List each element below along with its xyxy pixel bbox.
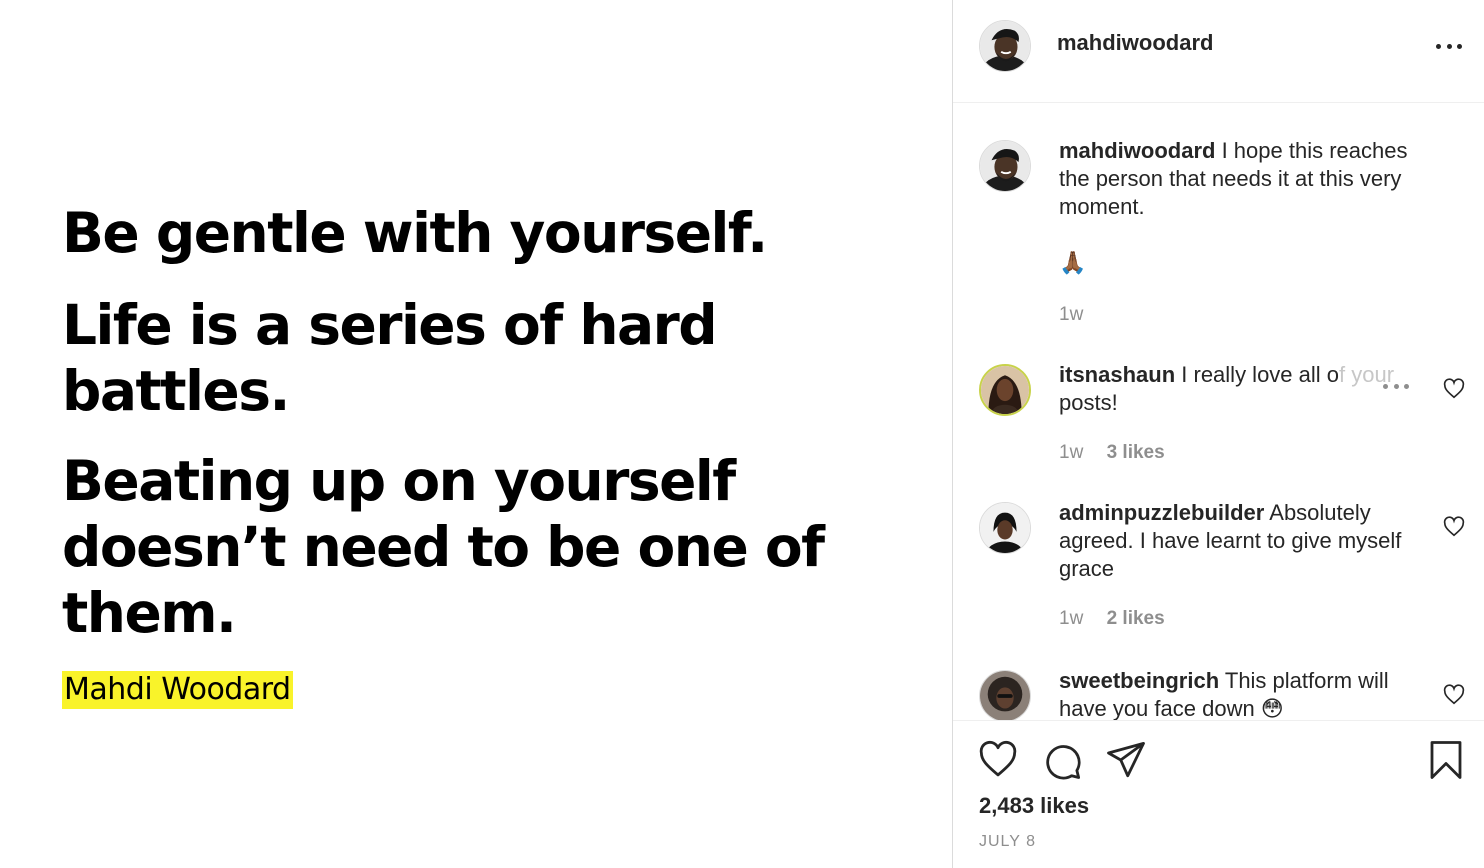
- comment-body: adminpuzzlebuilder Absolutely agreed. I …: [1059, 499, 1439, 583]
- commenter-avatar[interactable]: [979, 670, 1031, 720]
- paper-plane-icon[interactable]: [1105, 739, 1147, 781]
- commenter-username[interactable]: sweetbeingrich: [1059, 668, 1219, 693]
- post-date[interactable]: JULY 8: [979, 833, 1036, 851]
- post-actions: 2,483 likes JULY 8: [953, 720, 1484, 868]
- post-image[interactable]: Be gentle with yourself. Life is a serie…: [0, 0, 952, 868]
- comment-likes[interactable]: 2 likes: [1107, 608, 1165, 629]
- caption-avatar[interactable]: [979, 140, 1031, 192]
- comment-text: I really love all o: [1181, 362, 1340, 387]
- instagram-post-view: Be gentle with yourself. Life is a serie…: [0, 0, 1484, 868]
- likes-count[interactable]: 2,483 likes: [979, 793, 1089, 819]
- caption-username[interactable]: mahdiwoodard: [1059, 138, 1215, 163]
- quote-line-1: Be gentle with yourself.: [62, 201, 768, 265]
- caption-emoji: 🙏🏾: [1059, 250, 1087, 275]
- bookmark-icon[interactable]: [1425, 739, 1467, 781]
- comment-body: sweetbeingrich This platform will have y…: [1059, 667, 1439, 720]
- commenter-username[interactable]: itsnashaun: [1059, 362, 1175, 387]
- comment-text-continued: posts!: [1059, 390, 1118, 415]
- caption-time[interactable]: 1w: [1059, 304, 1083, 325]
- heart-icon[interactable]: [977, 739, 1019, 781]
- comment-icon[interactable]: [1041, 739, 1083, 781]
- comment-body: itsnashaun I really love all of your pos…: [1059, 361, 1439, 417]
- comment-likes[interactable]: 3 likes: [1107, 442, 1165, 463]
- comment-meta: 1w 2 likes: [1059, 608, 1183, 630]
- comments-list[interactable]: mahdiwoodard I hope this reaches the per…: [953, 103, 1484, 720]
- post-header: mahdiwoodard: [953, 0, 1484, 103]
- comment-like-heart-icon[interactable]: [1443, 516, 1465, 538]
- quote-text: Be gentle with yourself. Life is a serie…: [62, 200, 902, 670]
- quote-line-2: Life is a series of hard battles.: [62, 293, 718, 423]
- commenter-username[interactable]: adminpuzzlebuilder: [1059, 500, 1264, 525]
- more-options-icon[interactable]: [1436, 36, 1462, 56]
- comment-time[interactable]: 1w: [1059, 442, 1083, 463]
- author-avatar[interactable]: [979, 20, 1031, 72]
- comment-time[interactable]: 1w: [1059, 608, 1083, 629]
- commenter-avatar[interactable]: [979, 502, 1031, 554]
- quote-line-3: Beating up on yourself doesn’t need to b…: [62, 449, 825, 645]
- comment-like-heart-icon[interactable]: [1443, 684, 1465, 706]
- post-sidebar: mahdiwoodard mahdiwoodard I hope this re…: [952, 0, 1484, 868]
- quote-signature: Mahdi Woodard: [62, 671, 293, 709]
- commenter-avatar[interactable]: [979, 364, 1031, 416]
- comment-more-icon[interactable]: [1383, 384, 1409, 390]
- caption-meta: 1w: [1059, 304, 1101, 326]
- comment-meta: 1w 3 likes: [1059, 442, 1183, 464]
- caption-body: mahdiwoodard I hope this reaches the per…: [1059, 137, 1439, 277]
- comment-like-heart-icon[interactable]: [1443, 378, 1465, 400]
- author-username[interactable]: mahdiwoodard: [1057, 30, 1213, 56]
